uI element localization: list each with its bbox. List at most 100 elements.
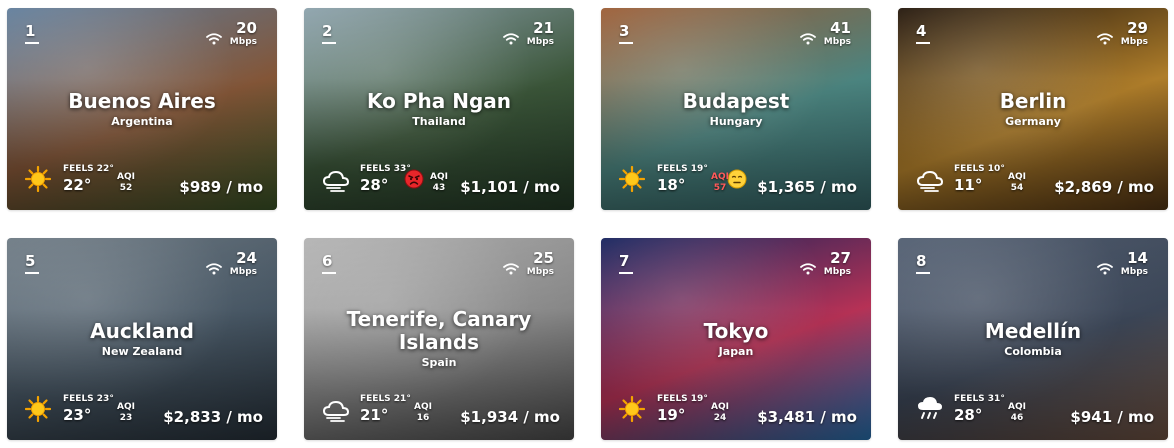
speed-unit: Mbps xyxy=(526,267,554,277)
city-title: Tenerife, Canary Islands xyxy=(346,307,532,354)
wifi-icon xyxy=(1096,260,1113,279)
feels-like: FEELS 23° xyxy=(63,394,114,404)
city-card[interactable]: 1 20 Mbps Buenos Aires Argentina FEELS 2… xyxy=(7,8,277,210)
city-card[interactable]: 2 21 Mbps Ko Pha Ngan Thailand FEELS 33°… xyxy=(304,8,574,210)
aqi-label: AQI xyxy=(430,172,448,182)
city-name: Medellín Colombia xyxy=(906,320,1160,359)
monthly-cost: $1,365 / mo xyxy=(757,178,857,196)
city-title: Ko Pha Ngan xyxy=(367,89,511,113)
city-card[interactable]: 4 29 Mbps Berlin Germany FEELS 10° 11° A… xyxy=(898,8,1168,210)
speed-value: 14 xyxy=(1127,249,1148,267)
aqi-label: AQI xyxy=(117,402,135,412)
rank-number: 4 xyxy=(916,22,930,44)
rank-number: 8 xyxy=(916,252,930,274)
country-name: Argentina xyxy=(111,115,173,128)
weather-panel: FEELS 31° 28° AQI 46 xyxy=(912,390,1082,432)
aqi-label: AQI xyxy=(414,402,432,412)
speed-unit: Mbps xyxy=(229,37,257,47)
air-quality: AQI 24 xyxy=(711,402,729,424)
city-title: Buenos Aires xyxy=(68,89,216,113)
monthly-cost: $2,833 / mo xyxy=(163,408,263,426)
air-quality: AQI 16 xyxy=(414,402,432,424)
aqi-value: 57 xyxy=(713,183,727,193)
wifi-icon xyxy=(799,30,816,49)
monthly-cost: $2,869 / mo xyxy=(1054,178,1154,196)
angry-face-icon xyxy=(404,169,424,193)
air-quality: AQI 57 xyxy=(711,172,729,194)
temperature: 28° xyxy=(360,176,389,194)
cloud-wind-icon xyxy=(322,170,350,196)
rank-number: 3 xyxy=(619,22,633,44)
city-card[interactable]: 5 24 Mbps Auckland New Zealand FEELS 23°… xyxy=(7,238,277,440)
speed-unit: Mbps xyxy=(229,267,257,277)
city-card[interactable]: 8 14 Mbps Medellín Colombia FEELS 31° 28… xyxy=(898,238,1168,440)
city-title: Berlin xyxy=(999,89,1067,113)
city-name: Buenos Aires Argentina xyxy=(15,90,269,129)
aqi-value: 24 xyxy=(713,413,727,423)
country-name: Japan xyxy=(718,345,754,358)
feels-like: FEELS 19° xyxy=(657,394,708,404)
sun-icon xyxy=(24,165,52,196)
aqi-label: AQI xyxy=(117,172,135,182)
wifi-icon xyxy=(1096,30,1113,49)
air-quality: AQI 43 xyxy=(430,172,448,194)
country-name: New Zealand xyxy=(101,345,183,358)
temperature: 21° xyxy=(360,406,389,424)
speed-unit: Mbps xyxy=(1120,37,1148,47)
city-name: Budapest Hungary xyxy=(609,90,863,129)
city-card[interactable]: 7 27 Mbps Tokyo Japan FEELS 19° 19° AQI … xyxy=(601,238,871,440)
internet-speed: 41 Mbps xyxy=(799,19,851,47)
monthly-cost: $1,934 / mo xyxy=(460,408,560,426)
rank-number: 6 xyxy=(322,252,336,274)
monthly-cost: $3,481 / mo xyxy=(757,408,857,426)
temperature: 11° xyxy=(954,176,983,194)
city-name: Tokyo Japan xyxy=(609,320,863,359)
sun-icon xyxy=(24,395,52,426)
air-quality: AQI 46 xyxy=(1008,402,1026,424)
speed-unit: Mbps xyxy=(1120,267,1148,277)
monthly-cost: $941 / mo xyxy=(1070,408,1154,426)
feels-like: FEELS 22° xyxy=(63,164,114,174)
sun-icon xyxy=(618,165,646,196)
aqi-label: AQI xyxy=(1008,172,1026,182)
city-name: Tenerife, Canary Islands Spain xyxy=(312,308,566,370)
internet-speed: 29 Mbps xyxy=(1096,19,1148,47)
country-name: Thailand xyxy=(412,115,466,128)
aqi-value: 52 xyxy=(119,183,133,193)
wifi-icon xyxy=(205,30,222,49)
wifi-icon xyxy=(205,260,222,279)
country-name: Germany xyxy=(1005,115,1061,128)
speed-value: 27 xyxy=(830,249,851,267)
neutral-face-icon xyxy=(727,169,747,193)
aqi-value: 16 xyxy=(416,413,430,423)
city-card[interactable]: 6 25 Mbps Tenerife, Canary Islands Spain… xyxy=(304,238,574,440)
wifi-icon xyxy=(502,30,519,49)
city-title: Budapest xyxy=(682,89,790,113)
country-name: Hungary xyxy=(709,115,763,128)
air-quality: AQI 52 xyxy=(117,172,135,194)
speed-value: 41 xyxy=(830,19,851,37)
aqi-value: 46 xyxy=(1010,413,1024,423)
speed-value: 29 xyxy=(1127,19,1148,37)
aqi-label: AQI xyxy=(711,172,729,182)
feels-like: FEELS 21° xyxy=(360,394,411,404)
rank-number: 7 xyxy=(619,252,633,274)
city-card[interactable]: 3 41 Mbps Budapest Hungary FEELS 19° 18°… xyxy=(601,8,871,210)
speed-value: 25 xyxy=(533,249,554,267)
rain-cloud-icon xyxy=(916,396,944,426)
air-quality: AQI 54 xyxy=(1008,172,1026,194)
sun-icon xyxy=(618,395,646,426)
aqi-label: AQI xyxy=(1008,402,1026,412)
feels-like: FEELS 31° xyxy=(954,394,1005,404)
air-quality: AQI 23 xyxy=(117,402,135,424)
speed-value: 20 xyxy=(236,19,257,37)
aqi-value: 23 xyxy=(119,413,133,423)
internet-speed: 20 Mbps xyxy=(205,19,257,47)
wifi-icon xyxy=(502,260,519,279)
temperature: 28° xyxy=(954,406,983,424)
city-title: Auckland xyxy=(90,319,194,343)
internet-speed: 24 Mbps xyxy=(205,250,257,277)
feels-like: FEELS 19° xyxy=(657,164,708,174)
rank-number: 1 xyxy=(25,22,39,44)
aqi-label: AQI xyxy=(711,402,729,412)
